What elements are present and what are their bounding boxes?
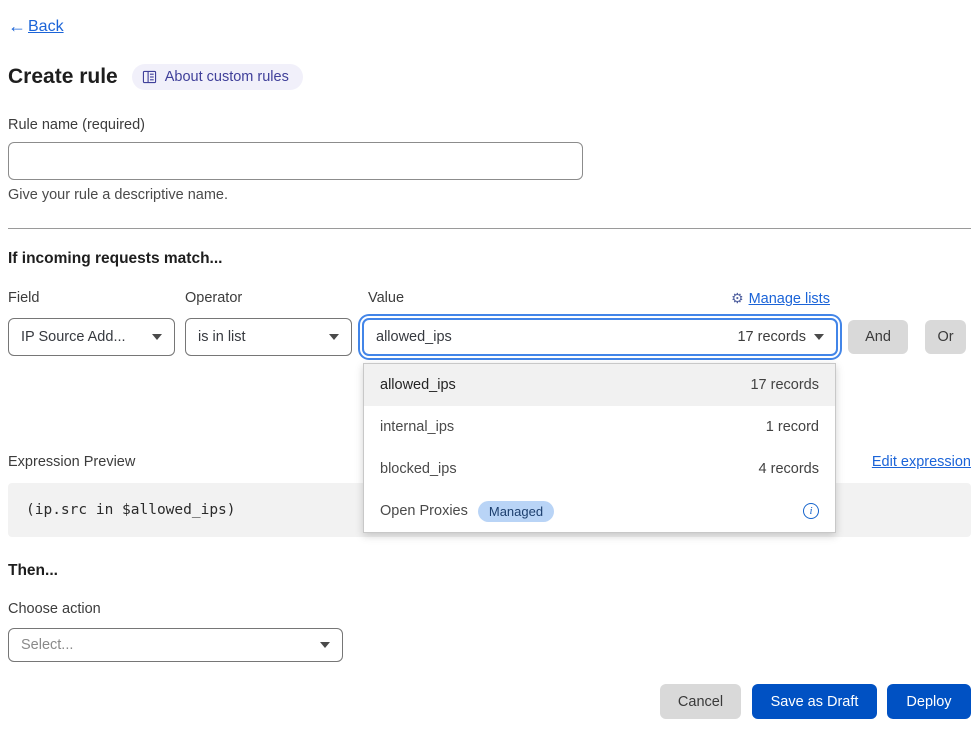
field-column-label: Field: [8, 290, 39, 306]
list-item-name: allowed_ips: [380, 377, 456, 393]
save-as-draft-button[interactable]: Save as Draft: [752, 684, 877, 719]
value-select[interactable]: allowed_ips 17 records: [362, 318, 838, 356]
rule-name-input[interactable]: [8, 142, 583, 180]
rule-name-helper: Give your rule a descriptive name.: [8, 187, 228, 203]
match-section-title: If incoming requests match...: [8, 250, 222, 268]
back-arrow-icon: ←: [8, 16, 26, 37]
list-item-name: Open Proxies: [380, 503, 468, 519]
about-custom-rules-link[interactable]: About custom rules: [132, 64, 303, 90]
managed-badge: Managed: [478, 501, 554, 522]
value-dropdown-menu: allowed_ips 17 records internal_ips 1 re…: [363, 363, 836, 533]
list-item-name: internal_ips: [380, 419, 454, 435]
value-column-label: Value: [368, 290, 404, 306]
back-link[interactable]: ←Back: [8, 16, 64, 37]
chevron-down-icon: [320, 642, 330, 648]
book-icon: [142, 70, 157, 84]
value-select-value: allowed_ips: [376, 329, 452, 345]
chevron-down-icon: [329, 334, 339, 340]
manage-lists-link[interactable]: ⚙ Manage lists: [731, 290, 830, 307]
info-icon[interactable]: i: [803, 503, 819, 519]
action-select[interactable]: Select...: [8, 628, 343, 662]
and-button[interactable]: And: [848, 320, 908, 354]
list-item-record-count: 1 record: [766, 419, 819, 435]
back-label: Back: [28, 18, 64, 36]
list-item-record-count: 17 records: [750, 377, 819, 393]
field-select-value: IP Source Add...: [21, 329, 126, 345]
about-custom-rules-label: About custom rules: [165, 69, 289, 85]
choose-action-label: Choose action: [8, 601, 101, 617]
section-divider: [8, 228, 971, 229]
chevron-down-icon: [152, 334, 162, 340]
then-section-title: Then...: [8, 562, 58, 580]
list-item-internal-ips[interactable]: internal_ips 1 record: [364, 406, 835, 448]
page-title: Create rule: [8, 65, 118, 89]
manage-lists-label: Manage lists: [749, 291, 830, 307]
operator-select-value: is in list: [198, 329, 246, 345]
cancel-button[interactable]: Cancel: [660, 684, 741, 719]
expression-preview-label: Expression Preview: [8, 454, 135, 470]
list-item-name: blocked_ips: [380, 461, 457, 477]
title-row: Create rule About custom rules: [8, 64, 303, 90]
expression-code: (ip.src in $allowed_ips): [26, 502, 236, 518]
list-item-open-proxies[interactable]: Open Proxies Managed i: [364, 490, 835, 532]
edit-expression-link[interactable]: Edit expression: [872, 454, 971, 470]
gear-icon: ⚙: [731, 290, 744, 307]
list-item-record-count: 4 records: [759, 461, 819, 477]
field-select[interactable]: IP Source Add...: [8, 318, 175, 356]
operator-select[interactable]: is in list: [185, 318, 352, 356]
operator-column-label: Operator: [185, 290, 242, 306]
rule-name-label: Rule name (required): [8, 117, 145, 133]
list-item-blocked-ips[interactable]: blocked_ips 4 records: [364, 448, 835, 490]
value-select-record-count: 17 records: [737, 329, 806, 345]
create-rule-page: ←Back Create rule About custom rules Rul…: [0, 0, 979, 739]
or-button[interactable]: Or: [925, 320, 966, 354]
deploy-button[interactable]: Deploy: [887, 684, 971, 719]
chevron-down-icon: [814, 334, 824, 340]
list-item-allowed-ips[interactable]: allowed_ips 17 records: [364, 364, 835, 406]
action-select-placeholder: Select...: [21, 637, 73, 653]
